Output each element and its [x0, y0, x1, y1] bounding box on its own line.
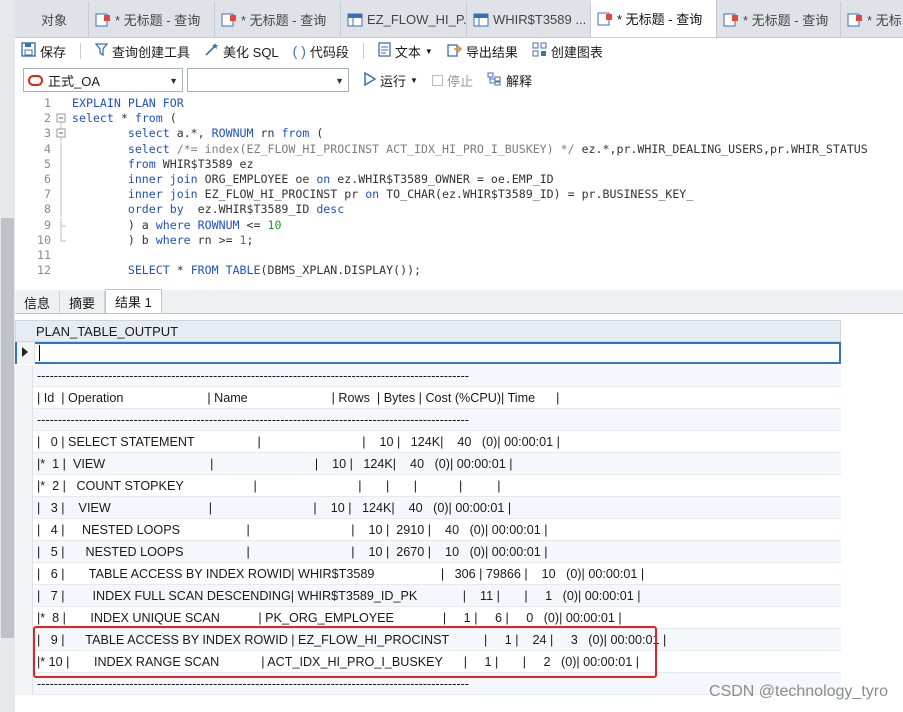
tab-query-4[interactable]: * 无标题 - 查询: [717, 2, 841, 37]
tab-query-5[interactable]: * 无标: [841, 2, 903, 37]
document-icon: [378, 42, 391, 60]
export-icon: [447, 42, 462, 60]
tab-query-active[interactable]: * 无标题 - 查询: [591, 0, 717, 37]
query-icon: [847, 13, 863, 27]
table-row[interactable]: | Id | Operation | Name | Rows | Bytes |…: [15, 386, 841, 409]
left-panel-scrollbar[interactable]: [0, 0, 15, 712]
code-line: 3 select a.*, ROWNUM rn from (: [44, 126, 324, 142]
table-row[interactable]: ----------------------------------------…: [15, 408, 841, 431]
text-dropdown[interactable]: 文本 ▼: [378, 42, 433, 61]
table-row[interactable]: |* 2 | COUNT STOPKEY | | | | | |: [15, 474, 841, 497]
app-window: { "tabs": [ {"label": "对象", "icon": "non…: [0, 0, 903, 712]
save-icon: [21, 42, 36, 60]
code-line: 11: [37, 247, 51, 262]
fold-toggle-icon[interactable]: [53, 111, 70, 127]
table-row[interactable]: | 7 | INDEX FULL SCAN DESCENDING| WHIR$T…: [15, 584, 841, 607]
stop-icon: [431, 74, 443, 86]
table-row[interactable]: | 4 | NESTED LOOPS | | 10 | 2910 | 40 (0…: [15, 518, 841, 541]
explain-icon: [487, 72, 502, 89]
code-line: 7 inner join EZ_FLOW_HI_PROCINST pr on T…: [44, 187, 694, 203]
chevron-down-icon: ▼: [169, 76, 178, 86]
table-row[interactable]: ----------------------------------------…: [15, 364, 841, 387]
table-row[interactable]: | 3 | VIEW | | 10 | 124K| 40 (0)| 00:00:…: [15, 496, 841, 519]
watermark: CSDN @technology_tyro: [709, 683, 888, 700]
divider: [362, 43, 364, 59]
code-line: 6 inner join ORG_EMPLOYEE oe on ez.WHIR$…: [44, 171, 554, 187]
database-select[interactable]: ▼: [187, 68, 349, 92]
table-row[interactable]: | 6 | TABLE ACCESS BY INDEX ROWID| WHIR$…: [15, 562, 841, 585]
chevron-down-icon: ▼: [335, 76, 344, 86]
sql-editor[interactable]: 1 EXPLAIN PLAN FOR 2 select * from ( 3 sel…: [15, 96, 903, 284]
connection-row: 正式_OA ▼ ▼ 运行 ▼ 停止 解释: [15, 66, 903, 94]
run-button[interactable]: 运行 ▼: [363, 71, 418, 90]
query-icon: [723, 13, 739, 27]
caret-down-icon: ▼: [424, 46, 433, 56]
explain-button[interactable]: 解释: [487, 71, 532, 90]
play-icon: [363, 71, 377, 89]
chart-icon: [532, 42, 547, 60]
code-line: 10 ) b where rn >= 1;: [37, 232, 254, 247]
magic-wand-icon: [204, 42, 219, 60]
create-chart-button[interactable]: 创建图表: [532, 42, 603, 61]
code-line: 12 SELECT * FROM TABLE(DBMS_XPLAN.DISPLA…: [37, 263, 422, 278]
query-builder-button[interactable]: 查询创建工具: [94, 42, 190, 61]
export-results-button[interactable]: 导出结果: [447, 42, 518, 61]
code-snippet-button[interactable]: ( ) 代码段: [293, 42, 349, 61]
query-icon: [597, 12, 613, 26]
table-icon: [347, 13, 363, 27]
fold-toggle-icon[interactable]: [53, 126, 70, 142]
cell-editor[interactable]: [39, 345, 40, 361]
tab-info[interactable]: 信息: [15, 291, 61, 313]
column-header[interactable]: PLAN_TABLE_OUTPUT: [15, 320, 841, 342]
filter-icon: [94, 42, 109, 60]
caret-down-icon: ▼: [410, 75, 418, 85]
query-toolbar: 保存 查询创建工具 美化 SQL ( ) 代码段 文本 ▼ 导出结果 创建图表: [15, 38, 903, 64]
result-tabs: 信息 摘要 结果 1: [15, 289, 903, 314]
query-icon: [221, 13, 237, 27]
tab-objects[interactable]: 对象: [15, 2, 89, 37]
save-button[interactable]: 保存: [21, 42, 66, 61]
tab-table-whir[interactable]: WHIR$T3589 ...: [467, 2, 591, 37]
code-line: 2 select * from (: [44, 111, 177, 127]
code-line: 5 from WHIR$T3589 ez: [44, 156, 254, 172]
code-line: 4 select /*= index(EZ_FLOW_HI_PROCINST A…: [44, 141, 868, 157]
tab-query-1[interactable]: * 无标题 - 查询: [89, 2, 215, 37]
code-line: 9 ) a where ROWNUM <= 10: [44, 217, 282, 233]
tab-result-1[interactable]: 结果 1: [105, 289, 162, 313]
table-row[interactable]: | 0 | SELECT STATEMENT | | 10 | 124K| 40…: [15, 430, 841, 453]
tab-bar: 对象 * 无标题 - 查询 * 无标题 - 查询 EZ_FLOW_HI_P...…: [15, 0, 903, 38]
table-row[interactable]: |* 1 | VIEW | | 10 | 124K| 40 (0)| 00:00…: [15, 452, 841, 475]
query-icon: [95, 13, 111, 27]
connection-select[interactable]: 正式_OA ▼: [23, 68, 183, 92]
code-line: 8 order by ez.WHIR$T3589_ID desc: [44, 202, 345, 218]
divider: [80, 43, 82, 59]
current-row-indicator-icon: [17, 342, 35, 364]
table-row-selected[interactable]: [15, 342, 841, 364]
red-highlight-box: [33, 626, 657, 678]
parentheses-icon: ( ): [292, 43, 306, 59]
oracle-icon: [28, 74, 43, 86]
beautify-sql-button[interactable]: 美化 SQL: [204, 42, 279, 61]
stop-button[interactable]: 停止: [431, 71, 473, 90]
table-icon: [473, 13, 489, 27]
scrollbar-thumb[interactable]: [1, 218, 14, 638]
tab-table-procinst[interactable]: EZ_FLOW_HI_P...: [341, 2, 467, 37]
tab-query-2[interactable]: * 无标题 - 查询: [215, 2, 341, 37]
table-row[interactable]: | 5 | NESTED LOOPS | | 10 | 2670 | 10 (0…: [15, 540, 841, 563]
tab-summary[interactable]: 摘要: [60, 291, 106, 313]
code-line: 1 EXPLAIN PLAN FOR: [44, 96, 184, 110]
